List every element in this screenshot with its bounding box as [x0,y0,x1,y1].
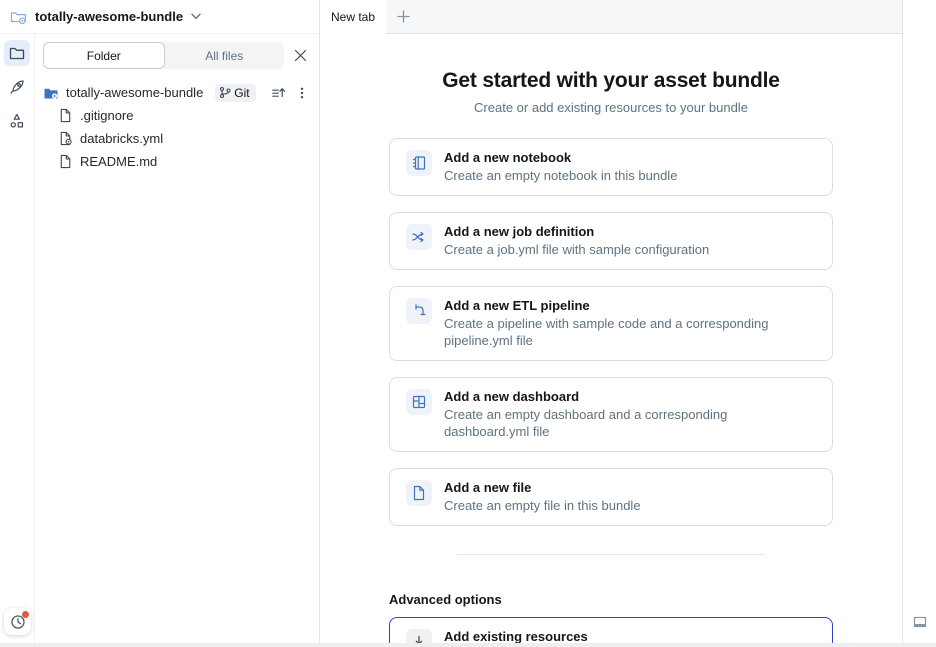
add-notebook-card[interactable]: Add a new notebook Create an empty noteb… [389,138,833,196]
card-description: Create an empty file in this bundle [444,497,641,514]
tree-row-root[interactable]: totally-awesome-bundle Git [43,81,311,104]
file-tree-area: Folder All files [35,34,319,643]
add-dashboard-card[interactable]: Add a new dashboard Create an empty dash… [389,377,833,452]
card-description: Create an empty dashboard and a correspo… [444,406,816,440]
chevron-down-icon[interactable] [191,13,201,20]
toggle-folder[interactable]: Folder [43,42,165,69]
git-badge-label: Git [234,86,249,100]
kebab-menu-icon [295,86,309,100]
tab-bar: New tab [320,0,902,34]
bottom-panel-toggle-button[interactable] [911,613,929,631]
card-title: Add a new notebook [444,150,677,166]
job-workflow-icon [406,224,432,250]
sidebar-item-folder[interactable] [4,40,30,66]
close-icon [294,49,307,62]
file-browser-panel: totally-awesome-bundle [0,0,320,643]
advanced-options-section: Advanced options Add existing resources … [389,592,833,647]
toggle-all-files[interactable]: All files [165,42,285,69]
add-tab-button[interactable] [386,0,420,33]
pipeline-icon [406,298,432,324]
bottom-edge-strip [0,643,936,647]
plus-icon [397,10,410,23]
card-description: Create a pipeline with sample code and a… [444,315,816,349]
card-text: Add a new file Create an empty file in t… [444,480,641,514]
advanced-options-label: Advanced options [389,592,833,607]
bundle-folder-icon [43,85,59,101]
left-icon-rail [0,34,35,643]
tree-menu-button[interactable] [293,84,311,102]
git-branch-icon [219,86,231,99]
add-pipeline-card[interactable]: Add a new ETL pipeline Create a pipeline… [389,286,833,361]
bottom-panel-icon [912,614,928,630]
browser-view-toggle: Folder All files [43,42,284,69]
tree-row-file[interactable]: databricks.yml [43,127,311,150]
history-clock-icon [9,613,27,631]
tree-row-file[interactable]: .gitignore [43,104,311,127]
add-job-card[interactable]: Add a new job definition Create a job.ym… [389,212,833,270]
card-text: Add a new ETL pipeline Create a pipeline… [444,298,816,349]
resources-graph-icon [8,112,26,130]
tree-row-file[interactable]: README.md [43,150,311,173]
history-button[interactable] [4,608,31,635]
card-text: Add a new job definition Create a job.ym… [444,224,709,258]
action-card-list: Add a new notebook Create an empty noteb… [389,138,833,526]
right-icon-rail [902,0,936,643]
folder-icon [8,44,26,62]
bundle-title: totally-awesome-bundle [35,9,183,24]
sidebar-item-deploy[interactable] [4,74,30,100]
file-icon [58,154,73,169]
rocket-icon [8,78,26,96]
file-blue-icon [406,480,432,506]
page-title: Get started with your asset bundle [442,69,779,93]
card-text: Add a new notebook Create an empty noteb… [444,150,677,184]
card-title: Add a new job definition [444,224,709,240]
notebook-icon [406,150,432,176]
sidebar-item-resources[interactable] [4,108,30,134]
tab-new-tab[interactable]: New tab [320,0,386,34]
card-description: Create an empty notebook in this bundle [444,167,677,184]
sort-ascending-icon [271,85,286,100]
card-text: Add a new dashboard Create an empty dash… [444,389,816,440]
file-tree: totally-awesome-bundle Git [43,81,311,173]
root-folder-name: totally-awesome-bundle [66,85,203,100]
file-browser-body: Folder All files [0,34,319,643]
file-icon [58,108,73,123]
file-name: .gitignore [80,108,133,123]
get-started-content: Get started with your asset bundle Creat… [320,34,902,647]
card-title: Add a new dashboard [444,389,816,405]
sort-button[interactable] [269,84,287,102]
bundle-folder-gear-icon [10,9,27,25]
card-title: Add a new file [444,480,641,496]
git-badge[interactable]: Git [215,84,255,102]
asset-bundle-editor-window: totally-awesome-bundle [0,0,936,647]
notification-dot [22,611,29,618]
close-panel-button[interactable] [289,45,311,67]
card-title: Add a new ETL pipeline [444,298,816,314]
bundle-header[interactable]: totally-awesome-bundle [0,0,319,34]
page-subtitle: Create or add existing resources to your… [474,100,748,115]
card-description: Create a job.yml file with sample config… [444,241,709,258]
file-name: databricks.yml [80,131,163,146]
file-name: README.md [80,154,157,169]
file-gear-icon [58,131,73,146]
dashboard-icon [406,389,432,415]
add-file-card[interactable]: Add a new file Create an empty file in t… [389,468,833,526]
editor-main-area: New tab Get started with your asset bund… [320,0,902,643]
section-divider [457,554,765,555]
